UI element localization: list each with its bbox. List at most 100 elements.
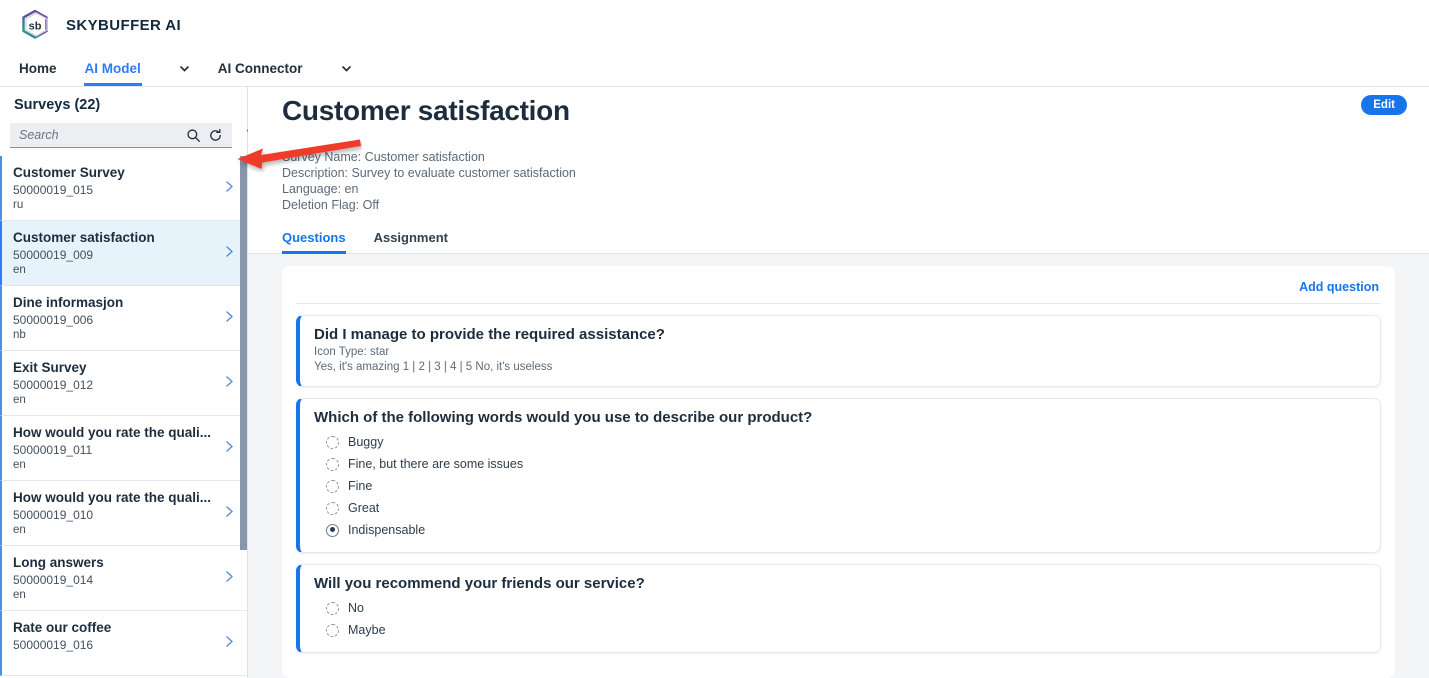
survey-item-id: 50000019_010: [13, 508, 94, 522]
meta-survey-name: Survey Name: Customer satisfaction: [282, 150, 485, 164]
sidebar-toolbar: [0, 123, 292, 156]
survey-metadata: Survey Name: Customer satisfaction Descr…: [282, 149, 1395, 213]
survey-list-item[interactable]: Dine informasjon 50000019_006 nb: [0, 286, 247, 351]
option-label: No: [348, 601, 364, 615]
chevron-right-icon[interactable]: [225, 506, 234, 521]
survey-item-name: Dine informasjon: [13, 295, 124, 310]
search-icon[interactable]: [182, 124, 204, 146]
chevron-right-icon[interactable]: [225, 441, 234, 456]
main-navigation: Home AI Model AI Connector: [0, 50, 1429, 87]
question-title: Will you recommend your friends our serv…: [314, 575, 645, 592]
radio-button-icon[interactable]: [326, 523, 339, 537]
search-box[interactable]: [10, 123, 232, 148]
option-label: Fine: [348, 479, 373, 493]
survey-item-id: 50000019_015: [13, 183, 94, 197]
option-label: Indispensable: [348, 523, 426, 537]
survey-item-name: Customer Survey: [13, 165, 125, 180]
survey-list-item[interactable]: How would you rate the quali... 50000019_…: [0, 481, 247, 546]
chevron-down-icon-ai-connector[interactable]: [340, 50, 353, 86]
main-content: Customer satisfaction Survey Name: Custo…: [248, 87, 1429, 678]
survey-item-language: en: [13, 459, 26, 471]
question-card[interactable]: Did I manage to provide the required ass…: [296, 315, 1381, 387]
sidebar-title: Surveys (22): [14, 97, 101, 113]
radio-button-icon[interactable]: [326, 457, 339, 471]
nav-item-ai-model[interactable]: AI Model: [83, 50, 143, 86]
survey-item-name: How would you rate the quali...: [13, 425, 212, 440]
question-options: Buggy Fine, but there are some issues Fine…: [314, 431, 1366, 541]
tab-assignment[interactable]: Assignment: [374, 230, 448, 253]
survey-item-language: en: [13, 524, 26, 536]
surveys-sidebar: Surveys (22) Search Customer Survey 5000…: [0, 87, 292, 678]
nav-item-home[interactable]: Home: [18, 50, 58, 86]
option-row[interactable]: Maybe: [314, 619, 1366, 641]
survey-item-language: en: [13, 589, 26, 601]
edit-button[interactable]: Edit: [1361, 95, 1407, 115]
survey-item-language: en: [13, 264, 26, 276]
survey-list-item[interactable]: Customer Survey 50000019_015ru: [0, 156, 247, 221]
sidebar-scrollbar-thumb[interactable]: [240, 156, 247, 550]
survey-list-item[interactable]: Exit Survey 50000019_012en: [0, 351, 247, 416]
search-input[interactable]: [19, 128, 182, 142]
chevron-right-icon[interactable]: [225, 181, 234, 196]
question-card[interactable]: Will you recommend your friends our serv…: [296, 564, 1381, 653]
survey-item-id: 50000019_011: [13, 443, 93, 457]
question-options: No Maybe: [314, 597, 1366, 641]
meta-description: Description: Survey to evaluate customer…: [282, 166, 576, 180]
survey-list-item[interactable]: How would you rate the quali... 50000019_…: [0, 416, 247, 481]
option-label: Fine, but there are some issues: [348, 457, 524, 471]
chevron-down-icon-ai-model[interactable]: [178, 50, 191, 86]
chevron-right-icon[interactable]: [225, 376, 234, 391]
option-label: Great: [348, 501, 380, 515]
survey-item-name: Long answers: [13, 555, 104, 570]
main-header: Customer satisfaction Survey Name: Custo…: [248, 87, 1429, 213]
chevron-right-icon[interactable]: [225, 571, 234, 586]
radio-button-icon[interactable]: [326, 623, 339, 637]
chevron-right-icon[interactable]: [225, 246, 234, 261]
brand-title: SKYBUFFER AI: [66, 16, 182, 34]
top-bar: sb SKYBUFFER AI: [0, 0, 1429, 50]
question-title: Which of the following words would you u…: [314, 409, 813, 426]
survey-item-name: Exit Survey: [13, 360, 87, 375]
chevron-right-icon[interactable]: [225, 636, 234, 651]
option-row[interactable]: No: [314, 597, 1366, 619]
option-row[interactable]: Indispensable: [314, 519, 1366, 541]
questions-panel: Add question Did I manage to provide the…: [282, 266, 1395, 678]
option-row[interactable]: Buggy: [314, 431, 1366, 453]
radio-button-icon[interactable]: [326, 479, 339, 493]
nav-item-ai-connector[interactable]: AI Connector: [217, 50, 304, 86]
option-row[interactable]: Great: [314, 497, 1366, 519]
radio-button-icon[interactable]: [326, 501, 339, 515]
page-body: Surveys (22) Search Customer Survey 5000…: [0, 87, 1429, 678]
question-subline: Yes, it's amazing 1 | 2 | 3 | 4 | 5 No, …: [314, 361, 553, 373]
tab-questions[interactable]: Questions: [282, 230, 346, 254]
option-label: Buggy: [348, 435, 384, 449]
survey-list-item[interactable]: Rate our coffee 50000019_016: [0, 611, 247, 676]
survey-item-language: en: [13, 394, 26, 406]
questions-list: Did I manage to provide the required ass…: [296, 315, 1381, 653]
survey-list-item[interactable]: Customer satisfaction 50000019_009en: [0, 221, 247, 286]
option-row[interactable]: Fine: [314, 475, 1366, 497]
content-tabs: Questions Assignment: [248, 230, 1429, 254]
add-question-link[interactable]: Add question: [1299, 280, 1379, 294]
survey-item-name: Customer satisfaction: [13, 230, 155, 245]
survey-list-item[interactable]: Long answers 50000019_014en: [0, 546, 247, 611]
svg-text:sb: sb: [29, 21, 42, 33]
survey-item-language: ru: [13, 199, 24, 211]
survey-item-id: 50000019_014: [13, 573, 94, 587]
chevron-right-icon[interactable]: [225, 311, 234, 326]
question-subline: Icon Type: star: [314, 346, 390, 358]
question-card[interactable]: Which of the following words would you u…: [296, 398, 1381, 553]
refresh-icon[interactable]: [204, 124, 226, 146]
surveys-list[interactable]: Customer Survey 50000019_015ru Customer sa…: [0, 156, 247, 678]
option-row[interactable]: Fine, but there are some issues: [314, 453, 1366, 475]
radio-button-icon[interactable]: [326, 601, 339, 615]
question-title: Did I manage to provide the required ass…: [314, 326, 665, 343]
questions-area: Add question Did I manage to provide the…: [248, 254, 1429, 678]
radio-button-icon[interactable]: [326, 435, 339, 449]
page-title: Customer satisfaction: [282, 95, 570, 126]
survey-item-id: 50000019_012: [13, 378, 94, 392]
survey-item-id: 50000019_016: [13, 638, 94, 652]
survey-item-id: 50000019_009: [13, 248, 94, 262]
survey-item-language: nb: [13, 329, 26, 341]
option-label: Maybe: [348, 623, 386, 637]
